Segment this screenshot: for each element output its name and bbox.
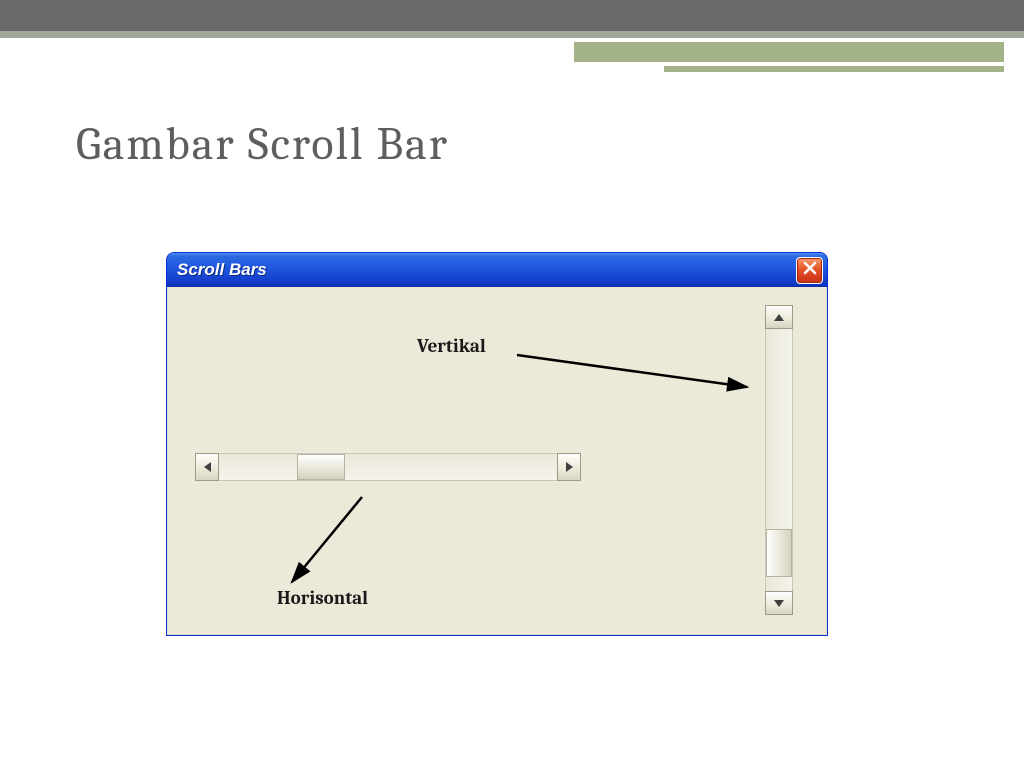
window-body: Vertikal Horisontal xyxy=(167,287,827,635)
slide-accent-bar-2 xyxy=(664,66,1004,72)
slide-accent-bar-1 xyxy=(574,40,1004,62)
arrow-up-icon xyxy=(774,314,784,321)
scrollbars-window: Scroll Bars xyxy=(166,252,828,636)
window-title: Scroll Bars xyxy=(177,260,267,280)
vertical-scroll-track[interactable] xyxy=(765,329,793,591)
vertical-scrollbar[interactable] xyxy=(765,305,793,615)
close-button[interactable] xyxy=(796,257,823,284)
vertical-scroll-thumb[interactable] xyxy=(766,529,792,577)
horizontal-scroll-thumb[interactable] xyxy=(297,454,345,480)
scroll-right-button[interactable] xyxy=(557,453,581,481)
scroll-left-button[interactable] xyxy=(195,453,219,481)
close-icon xyxy=(803,261,817,280)
horizontal-scroll-track[interactable] xyxy=(219,453,557,481)
scroll-up-button[interactable] xyxy=(765,305,793,329)
window-titlebar[interactable]: Scroll Bars xyxy=(167,253,827,287)
arrow-right-icon xyxy=(566,462,573,472)
horizontal-scrollbar[interactable] xyxy=(195,453,581,481)
scroll-down-button[interactable] xyxy=(765,591,793,615)
arrow-left-icon xyxy=(204,462,211,472)
vertical-label: Vertikal xyxy=(417,335,486,357)
slide-title: Gambar Scroll Bar xyxy=(76,118,449,171)
arrow-down-icon xyxy=(774,600,784,607)
slide-header-band xyxy=(0,0,1024,38)
horizontal-label: Horisontal xyxy=(277,587,368,609)
